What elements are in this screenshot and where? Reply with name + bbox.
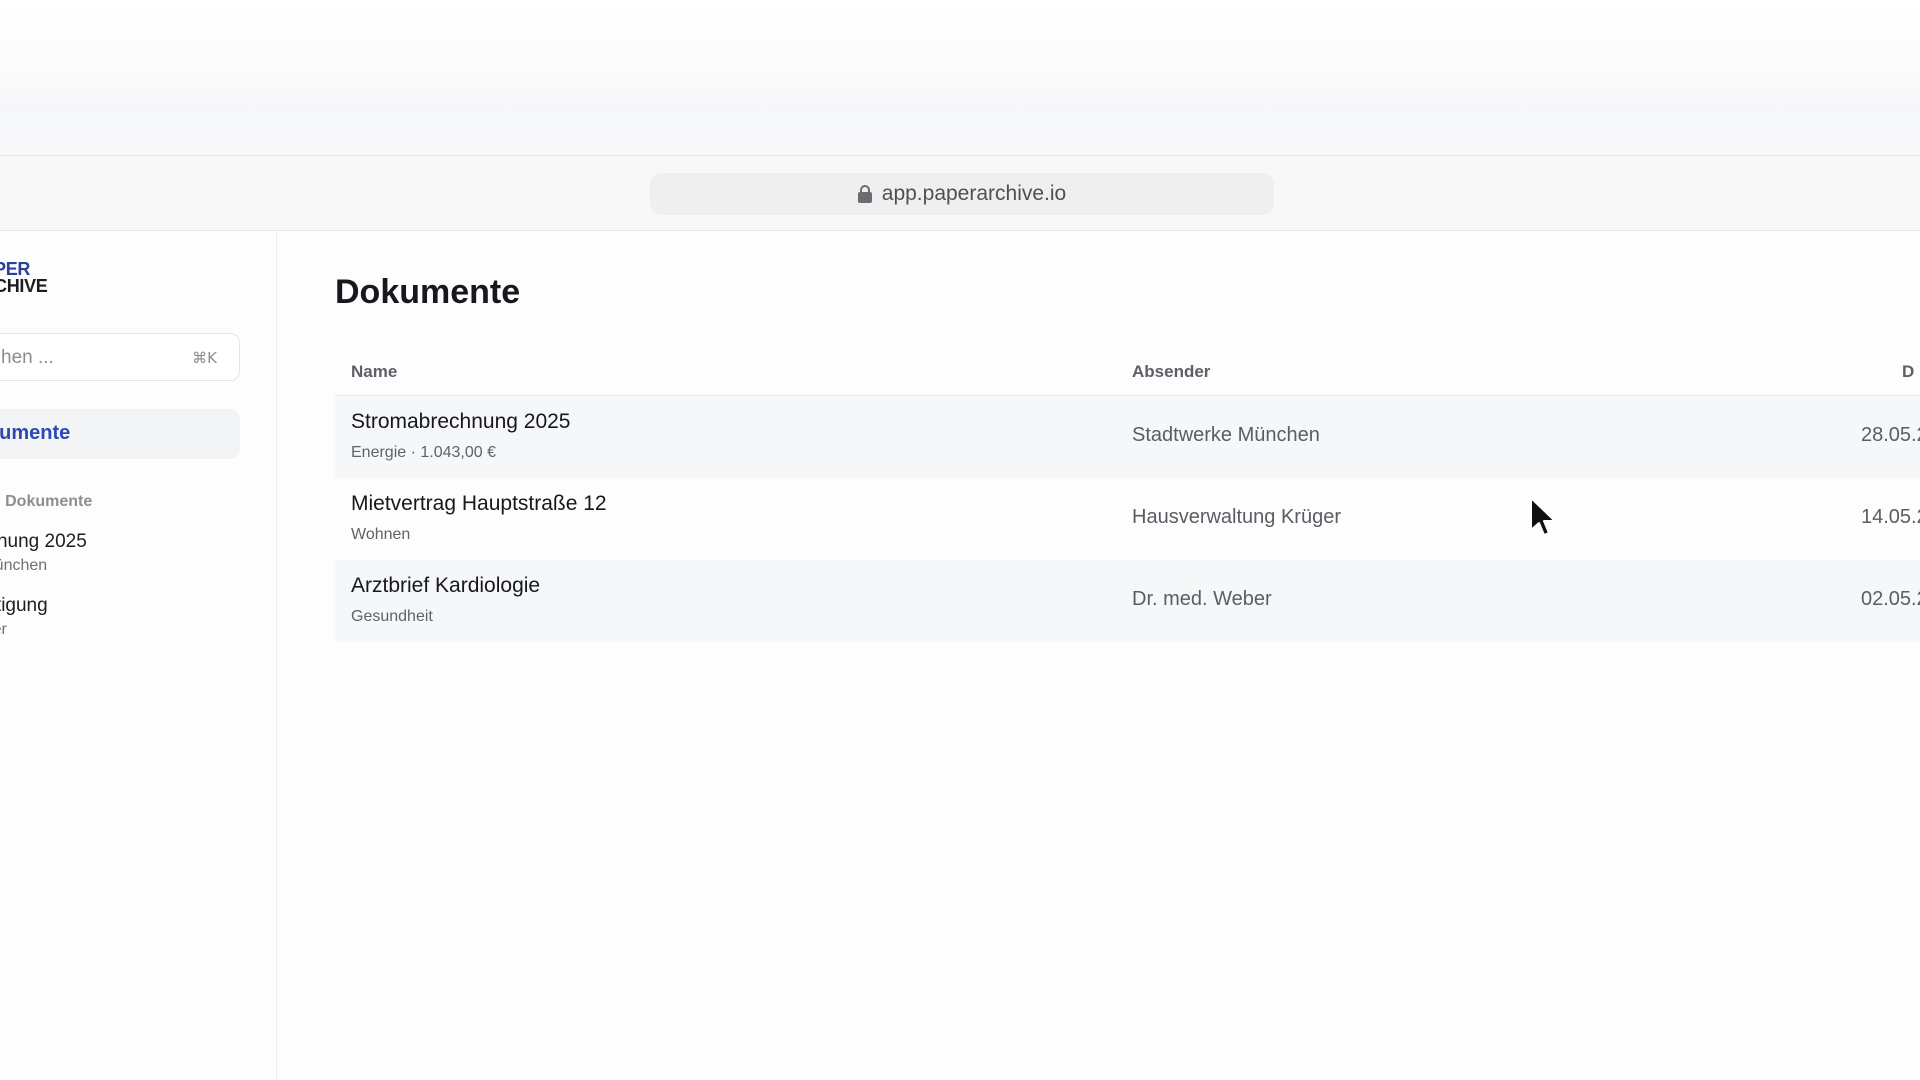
document-sender: Stadtwerke München bbox=[1132, 424, 1320, 446]
browser-tab-strip bbox=[0, 0, 1920, 156]
document-sender: Hausverwaltung Krüger bbox=[1132, 506, 1341, 528]
document-meta: Gesundheit bbox=[351, 608, 433, 625]
lock-icon bbox=[857, 185, 872, 203]
documents-table: Name Absender D Stromabrechnung 2025 Ene… bbox=[335, 351, 1920, 642]
sidebar-item-dokumente[interactable]: kumente bbox=[0, 409, 240, 459]
document-date: 14.05.2 bbox=[1861, 506, 1920, 528]
table-row[interactable]: Stromabrechnung 2025 Energie · 1.043,00 … bbox=[335, 396, 1920, 478]
recent-document-item[interactable]: estätigung Weber bbox=[0, 595, 48, 639]
recent-document-subtitle: Weber bbox=[0, 621, 7, 638]
recent-document-title: rechnung 2025 bbox=[0, 531, 87, 552]
recent-document-title: estätigung bbox=[0, 595, 48, 616]
document-name: Stromabrechnung 2025 bbox=[351, 410, 571, 433]
search-input[interactable]: hen ... ⌘K bbox=[0, 333, 240, 381]
url-text: app.paperarchive.io bbox=[881, 182, 1067, 205]
app-logo[interactable]: PER CHIVE bbox=[0, 260, 48, 296]
document-name: Arztbrief Kardiologie bbox=[351, 574, 541, 597]
column-header-name[interactable]: Name bbox=[351, 362, 397, 382]
table-row[interactable]: Arztbrief Kardiologie Gesundheit Dr. med… bbox=[335, 560, 1920, 642]
search-shortcut-hint: ⌘K bbox=[192, 349, 217, 367]
sidebar-item-label: kumente bbox=[0, 422, 71, 444]
document-date: 28.05.2 bbox=[1861, 424, 1920, 446]
page-title: Dokumente bbox=[335, 273, 521, 311]
table-header: Name Absender D bbox=[335, 351, 1920, 396]
column-header-date[interactable]: D bbox=[1902, 362, 1914, 382]
table-row[interactable]: Mietvertrag Hauptstraße 12 Wohnen Hausve… bbox=[335, 478, 1920, 560]
search-placeholder: hen ... bbox=[1, 347, 54, 368]
recent-document-item[interactable]: rechnung 2025 ke München bbox=[0, 531, 87, 575]
logo-line-2: CHIVE bbox=[0, 276, 48, 296]
browser-toolbar: app.paperarchive.io bbox=[0, 156, 1920, 231]
recent-section-label: en Dokumente bbox=[0, 493, 93, 510]
sidebar: PER CHIVE hen ... ⌘K kumente en Dokument… bbox=[0, 231, 277, 1080]
main-content: Dokumente Name Absender D Stromabrechnun… bbox=[277, 231, 1920, 1080]
document-sender: Dr. med. Weber bbox=[1132, 588, 1272, 610]
document-name: Mietvertrag Hauptstraße 12 bbox=[351, 492, 607, 515]
recent-document-subtitle: ke München bbox=[0, 557, 48, 574]
screen: app.paperarchive.io PER CHIVE hen ... ⌘K… bbox=[0, 0, 1920, 1080]
mouse-pointer-icon bbox=[1530, 497, 1556, 536]
document-meta: Wohnen bbox=[351, 526, 411, 543]
document-meta: Energie · 1.043,00 € bbox=[351, 444, 496, 461]
address-bar[interactable]: app.paperarchive.io bbox=[650, 173, 1274, 215]
column-header-sender[interactable]: Absender bbox=[1132, 362, 1210, 382]
document-date: 02.05.2 bbox=[1861, 588, 1920, 610]
